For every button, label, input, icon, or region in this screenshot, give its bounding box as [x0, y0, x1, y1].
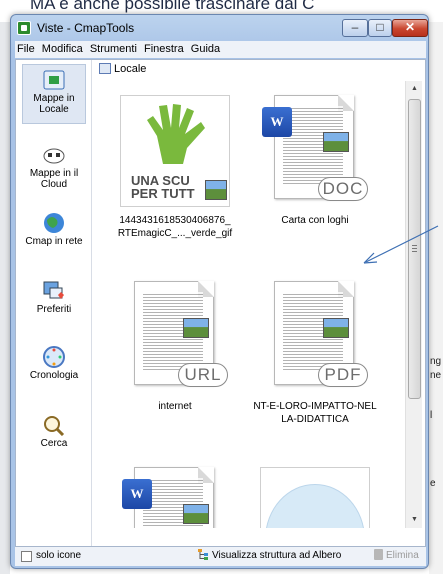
word-icon: W	[262, 107, 292, 137]
local-maps-icon	[42, 69, 66, 91]
location-header[interactable]: Locale	[99, 63, 146, 79]
background-left-strip	[0, 22, 10, 574]
resource-item-image[interactable]: UNA SCU PER TUTT 1443431618530406876_ RT…	[105, 95, 245, 240]
cloud-maps-icon	[42, 144, 66, 166]
cmaptools-views-window: Viste - CmapTools – □ ✕ File Modifica St…	[10, 14, 429, 569]
menu-bar: File Modifica Strumenti Finestra Guida	[15, 41, 426, 58]
sidebar-item-label: Cmap in rete	[25, 236, 83, 247]
views-sidebar: Mappe in Locale Mappe in il Cloud Cmap i…	[16, 60, 92, 546]
resource-grid: UNA SCU PER TUTT 1443431618530406876_ RT…	[93, 81, 405, 528]
delete-label: Elimina	[386, 550, 419, 561]
photo-overlay-icon	[205, 180, 227, 200]
close-button[interactable]: ✕	[392, 19, 428, 37]
minimize-button[interactable]: –	[342, 19, 368, 37]
location-label: Locale	[114, 63, 147, 75]
item-caption: LA-DIDATTICA	[281, 414, 349, 425]
cmaptools-app-icon	[17, 21, 31, 35]
item-caption: internet	[158, 401, 192, 412]
doc-file-icon: W DOC	[260, 95, 370, 207]
sidebar-item-label: Cerca	[40, 438, 68, 449]
trash-icon	[374, 549, 383, 560]
doc-file-icon: W	[120, 467, 230, 528]
sidebar-item-label: Cronologia	[29, 370, 79, 381]
menu-strumenti[interactable]: Strumenti	[88, 41, 139, 57]
delete-button[interactable]: Elimina	[374, 549, 419, 561]
file-type-badge: URL	[178, 363, 228, 387]
favorites-icon	[42, 280, 66, 302]
sidebar-item-favorites[interactable]: Preferiti	[22, 276, 86, 320]
image-thumbnail: UNA SCU PER TUTT	[120, 95, 230, 207]
tree-view-label: Visualizza struttura ad Albero	[212, 550, 342, 561]
title-bar[interactable]: Viste - CmapTools – □ ✕	[11, 15, 428, 41]
sidebar-item-history[interactable]: Cronologia	[22, 342, 86, 386]
sidebar-item-label: Mappe in il Cloud	[29, 168, 79, 190]
background-snippet: l	[430, 410, 433, 421]
menu-modifica[interactable]: Modifica	[40, 41, 85, 57]
vertical-scrollbar[interactable]: ▲ ▼	[405, 81, 422, 528]
background-snippet: ng	[430, 356, 442, 367]
scroll-down-arrow[interactable]: ▼	[406, 512, 423, 528]
menu-finestra[interactable]: Finestra	[142, 41, 186, 57]
resource-item-url[interactable]: URL internet	[105, 281, 245, 413]
bottom-toolbar: solo icone Visualizza struttura ad Alber…	[15, 547, 426, 566]
icons-only-checkbox[interactable]	[21, 551, 32, 562]
icons-only-label[interactable]: solo icone	[36, 550, 81, 561]
sidebar-item-search[interactable]: Cerca	[22, 410, 86, 454]
background-caption: MA è anche possibile trascinare dal C	[30, 0, 315, 13]
menu-file[interactable]: File	[15, 41, 37, 57]
resource-item-cmap[interactable]: ????	[245, 467, 385, 528]
green-hand-logo	[147, 104, 205, 164]
file-type-badge: DOC	[318, 177, 368, 201]
search-icon	[42, 414, 66, 437]
resource-item-pdf[interactable]: PDF NT-E-LORO-IMPATTO-NEL LA-DIDATTICA	[245, 281, 385, 426]
menu-guida[interactable]: Guida	[189, 41, 222, 57]
sidebar-item-local-maps[interactable]: Mappe in Locale	[22, 64, 86, 124]
maximize-button[interactable]: □	[368, 19, 392, 37]
sidebar-item-label: Preferiti	[36, 304, 72, 315]
item-caption: RTEmagicC_..._verde_gif	[117, 228, 233, 239]
views-content: Mappe in Locale Mappe in il Cloud Cmap i…	[15, 59, 426, 547]
history-icon	[42, 346, 66, 368]
item-caption: 1443431618530406876_	[119, 215, 231, 226]
sidebar-item-label: Mappe in Locale	[33, 93, 75, 115]
sidebar-item-network-cmaps[interactable]: Cmap in rete	[22, 208, 86, 262]
background-snippet: e	[430, 478, 436, 489]
resource-item-doc[interactable]: W DOC Carta con loghi	[245, 95, 385, 227]
maps-pane: Locale UNA SCU PER TUTT 1443431618530406…	[93, 60, 425, 546]
network-globe-icon	[42, 212, 66, 234]
resource-item-doc[interactable]: W	[105, 467, 245, 528]
annotation-arrow-icon	[363, 225, 439, 264]
file-type-badge: PDF	[318, 363, 368, 387]
local-folder-icon	[99, 63, 111, 74]
scroll-up-arrow[interactable]: ▲	[406, 81, 423, 97]
pdf-file-icon: PDF	[260, 281, 370, 393]
cmap-thumbnail: ????	[260, 467, 370, 528]
tree-structure-icon	[198, 549, 209, 560]
sidebar-item-cloud-maps[interactable]: Mappe in il Cloud	[22, 140, 86, 194]
tree-view-button[interactable]: Visualizza struttura ad Albero	[198, 549, 341, 564]
window-title: Viste - CmapTools	[37, 21, 135, 35]
word-icon: W	[122, 479, 152, 509]
logo-text-line: PER TUTT	[131, 186, 195, 201]
background-right-strip	[429, 22, 443, 574]
background-snippet: ne	[430, 370, 442, 381]
url-file-icon: URL	[120, 281, 230, 393]
item-caption: NT-E-LORO-IMPATTO-NEL	[253, 401, 377, 412]
